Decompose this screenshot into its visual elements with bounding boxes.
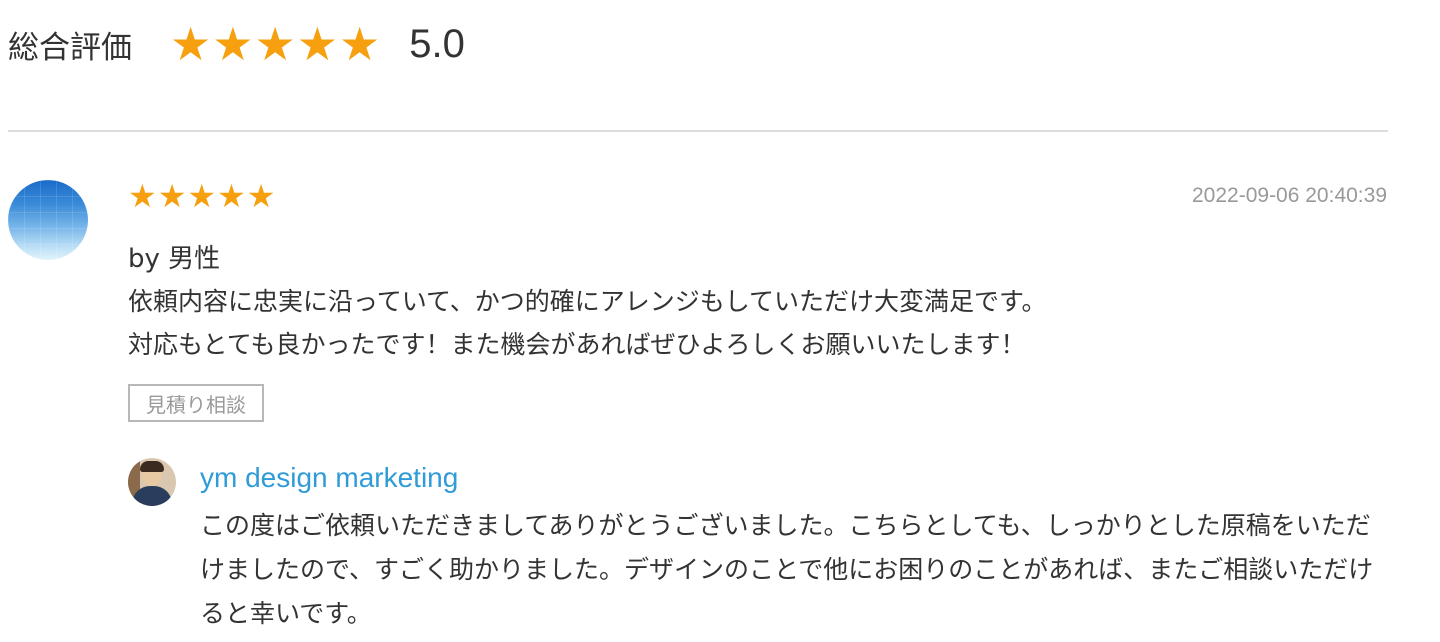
star-icon: ★ (296, 17, 338, 71)
overall-rating-stars: ★ ★ ★ ★ ★ (170, 21, 381, 67)
review-comment: 依頼内容に忠実に沿っていて、かつ的確にアレンジもしていただけ大変満足です。 対応… (128, 280, 1047, 366)
reviewer-name: by 男性 (128, 244, 221, 274)
star-icon: ★ (187, 177, 217, 215)
review-timestamp: 2022-09-06 20:40:39 (1192, 184, 1387, 207)
seller-name-link[interactable]: ym design marketing (200, 462, 458, 494)
star-icon: ★ (217, 177, 246, 215)
star-icon: ★ (170, 17, 212, 71)
star-icon: ★ (157, 177, 187, 215)
seller-reply-text: この度はご依頼いただきましてありがとうございました。こちらとしても、しっかりとし… (200, 511, 1374, 628)
star-icon: ★ (254, 17, 296, 71)
star-icon: ★ (128, 177, 157, 215)
divider (8, 130, 1388, 132)
star-icon: ★ (339, 17, 381, 71)
service-tag: 見積り相談 (128, 384, 264, 422)
star-icon: ★ (246, 177, 276, 215)
blue-gradient-avatar-icon (8, 180, 88, 260)
overall-rating-score: 5.0 (409, 21, 465, 66)
seller-avatar[interactable] (128, 458, 176, 506)
review-rating-stars: ★ ★ ★ ★ ★ (128, 180, 276, 212)
reviewer-avatar (8, 180, 88, 260)
overall-rating-summary: 総合評価 ★ ★ ★ ★ ★ 5.0 (8, 14, 465, 74)
overall-rating-label: 総合評価 (8, 29, 132, 66)
review-comment-line: 依頼内容に忠実に沿っていて、かつ的確にアレンジもしていただけ大変満足です。 (128, 287, 1047, 316)
star-icon: ★ (212, 17, 254, 71)
review-comment-line: 対応もとても良かったです！また機会があればぜひよろしくお願いいたします！ (128, 330, 1026, 359)
